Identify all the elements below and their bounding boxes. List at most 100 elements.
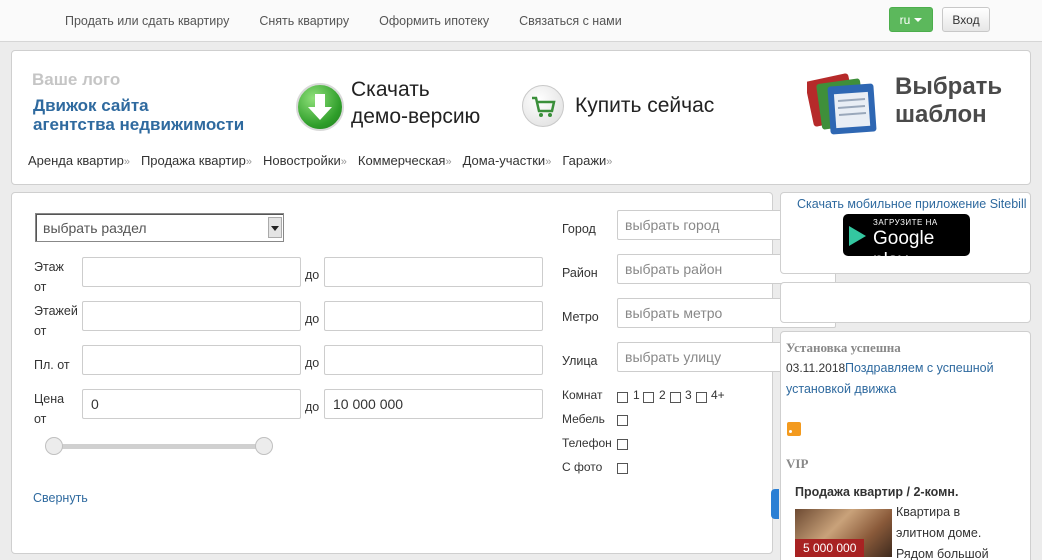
shopping-cart-icon[interactable] (522, 85, 564, 127)
price-from-input[interactable]: 0 (82, 389, 301, 419)
google-play-badge[interactable]: ЗАГРУЗИТЕ НА Google play (843, 214, 970, 271)
price-badge: 5 000 000 (795, 539, 865, 557)
section-select[interactable]: выбрать раздел (35, 213, 284, 242)
furniture-label: Мебель (562, 412, 605, 426)
dropdown-arrow-icon[interactable] (268, 217, 282, 238)
nav-rent-link[interactable]: Снять квартиру (244, 14, 364, 28)
furniture-checkbox[interactable] (617, 415, 628, 426)
floors-label-line-1: Этажей (34, 304, 78, 318)
caret-down-icon (914, 17, 923, 22)
chevron-right-icon: » (123, 156, 130, 168)
rooms-label: Комнат (562, 388, 603, 402)
download-demo-link[interactable]: Скачать демо-версию (351, 76, 480, 130)
news-title: Установка успешна (786, 340, 901, 355)
choose-template-link[interactable]: Выбрать шаблон (895, 73, 1002, 129)
rooms-3-label: 3 (685, 388, 692, 402)
category-commercial[interactable]: Коммерческая» (358, 153, 452, 168)
vip-listing-photo[interactable]: 5 000 000 (795, 509, 892, 557)
news-link[interactable]: Поздравляем с успешной установкой движка (786, 358, 1001, 400)
floor-label: Этаж от (34, 257, 64, 297)
download-line-1: Скачать (351, 78, 430, 101)
slider-min-handle[interactable] (45, 437, 63, 455)
street-label: Улица (562, 354, 598, 368)
area-label: Пл. от (34, 358, 70, 372)
metro-label: Метро (562, 310, 599, 324)
template-windows-icon[interactable] (805, 73, 887, 141)
rooms-2-label: 2 (659, 388, 666, 402)
with-photo-label: С фото (562, 460, 603, 474)
price-label-line-1: Цена (34, 392, 65, 406)
header-panel: Ваше лого Движок сайта агентства недвижи… (11, 50, 1031, 185)
category-label: Новостройки (263, 153, 341, 168)
floors-count-label: Этажей от (34, 301, 78, 341)
rss-icon[interactable] (787, 422, 801, 436)
logo-line-1: Движок сайта (33, 96, 149, 115)
category-label: Продажа квартир (140, 153, 246, 168)
login-button[interactable]: Вход (942, 7, 990, 32)
language-dropdown[interactable]: ru (889, 7, 933, 32)
price-label-line-2: от (34, 412, 47, 426)
with-photo-checkbox[interactable] (617, 463, 628, 474)
mobile-app-link[interactable]: Скачать мобильное приложение Sitebill (797, 197, 1027, 211)
phone-checkbox[interactable] (617, 439, 628, 450)
mobile-app-panel: Скачать мобильное приложение Sitebill ЗА… (780, 192, 1031, 274)
floors-to-input[interactable] (324, 301, 543, 331)
vip-heading: VIP (786, 456, 809, 471)
category-label: Коммерческая (357, 153, 446, 168)
floor-from-input[interactable] (82, 257, 301, 287)
category-nav: Аренда квартир» Продажа квартир» Новостр… (28, 153, 623, 168)
site-logo-title[interactable]: Движок сайта агентства недвижимости (33, 96, 244, 134)
slider-max-handle[interactable] (255, 437, 273, 455)
district-label: Район (562, 266, 598, 280)
logo-line-2: агентства недвижимости (33, 115, 245, 134)
vip-listing-title[interactable]: Продажа квартир / 2-комн. (795, 485, 958, 499)
rooms-2-checkbox[interactable] (643, 392, 654, 403)
rooms-4plus-label: 4+ (711, 388, 725, 402)
download-line-2: демо-версию (351, 105, 481, 128)
search-button-edge[interactable] (771, 489, 779, 519)
chevron-right-icon: » (340, 156, 347, 168)
area-from-input[interactable] (82, 345, 301, 375)
floor-to-input[interactable] (324, 257, 543, 287)
area-to-input[interactable] (324, 345, 543, 375)
rooms-4plus-checkbox[interactable] (696, 392, 707, 403)
floors-to-label: до (305, 312, 320, 326)
city-label: Город (562, 222, 596, 236)
search-form-panel: выбрать раздел Этаж от до Этажей от до П… (11, 192, 836, 554)
collapse-link[interactable]: Свернуть (33, 491, 88, 505)
logo-placeholder[interactable]: Ваше лого (32, 70, 120, 90)
chevron-right-icon: » (245, 156, 253, 168)
google-play-caption: ЗАГРУЗИТЕ НА (873, 218, 938, 227)
rooms-1-checkbox[interactable] (617, 392, 628, 403)
google-play-title: Google play (873, 228, 935, 271)
floor-label-line-1: Этаж (34, 260, 64, 274)
phone-label: Телефон (562, 436, 612, 450)
category-garages[interactable]: Гаражи» (562, 153, 612, 168)
nav-mortgage-link[interactable]: Оформить ипотеку (364, 14, 504, 28)
buy-now-link[interactable]: Купить сейчас (575, 92, 714, 119)
category-houses[interactable]: Дома-участки» (463, 153, 552, 168)
price-to-input[interactable]: 10 000 000 (324, 389, 543, 419)
category-rent-apartments[interactable]: Аренда квартир» (28, 153, 130, 168)
category-label: Дома-участки (462, 153, 546, 168)
category-sale-apartments[interactable]: Продажа квартир» (141, 153, 252, 168)
price-to-label: до (305, 400, 320, 414)
rooms-3-checkbox[interactable] (670, 392, 681, 403)
rooms-1-label: 1 (633, 388, 640, 402)
top-navbar: Продать или сдать квартиру Снять квартир… (0, 0, 1042, 42)
floor-label-line-2: от (34, 280, 47, 294)
category-label: Гаражи (562, 153, 607, 168)
category-new-buildings[interactable]: Новостройки» (263, 153, 347, 168)
chevron-right-icon: » (545, 156, 552, 168)
nav-sell-link[interactable]: Продать или сдать квартиру (50, 14, 244, 28)
price-range-slider[interactable] (52, 444, 264, 449)
floors-label-line-2: от (34, 324, 47, 338)
floor-to-label: до (305, 268, 320, 282)
area-to-label: до (305, 356, 320, 370)
download-arrow-icon[interactable] (296, 83, 344, 131)
google-play-icon (849, 226, 866, 246)
nav-contact-link[interactable]: Связаться с нами (504, 14, 637, 28)
template-line-2: шаблон (895, 101, 987, 128)
news-vip-panel: Установка успешна 03.11.2018 Поздравляем… (780, 331, 1031, 560)
floors-from-input[interactable] (82, 301, 301, 331)
